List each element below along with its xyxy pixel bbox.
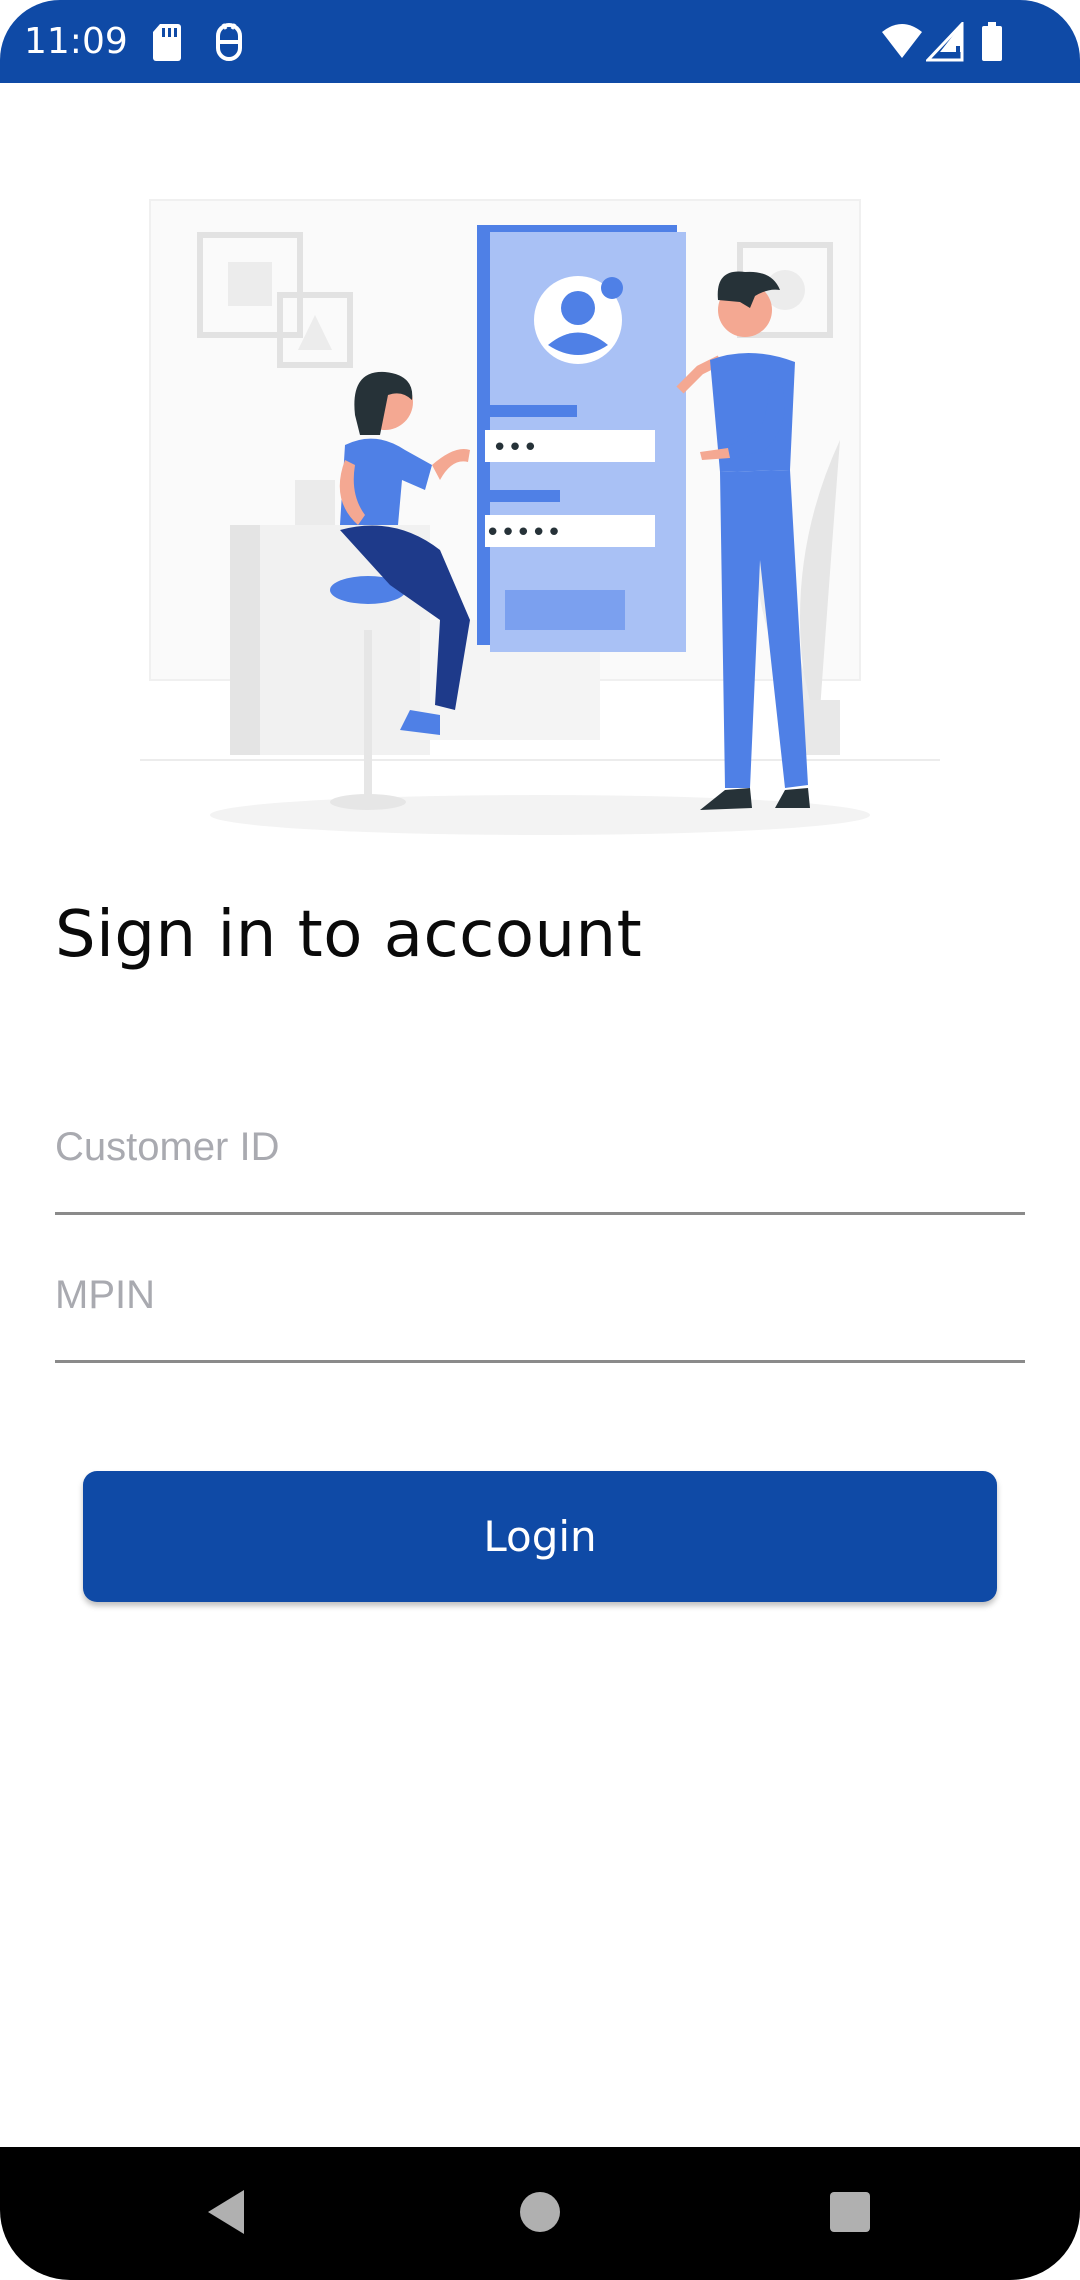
back-button[interactable] [186, 2177, 266, 2247]
status-time: 11:09 [24, 21, 128, 62]
sd-card-icon [153, 24, 181, 61]
login-button[interactable]: Login [83, 1471, 997, 1602]
recents-icon [830, 2192, 870, 2232]
battery-icon [982, 22, 1002, 61]
home-button[interactable] [500, 2177, 580, 2247]
customer-id-field[interactable] [55, 1092, 1025, 1215]
password-dots-long: ••••• [485, 518, 562, 548]
home-icon [520, 2192, 560, 2232]
navigation-bar [0, 2147, 1080, 2280]
password-dots-short: ••• [492, 433, 538, 463]
mpin-input[interactable] [55, 1273, 1025, 1318]
mpin-field[interactable] [55, 1240, 1025, 1363]
back-icon [208, 2190, 244, 2234]
debug-bot-icon [216, 23, 242, 61]
login-illustration-icon: ••• ••••• [140, 199, 940, 835]
recents-button[interactable] [810, 2177, 890, 2247]
wifi-icon [882, 24, 922, 58]
status-bar: 11:09 [0, 0, 1080, 83]
page-title: Sign in to account [55, 898, 643, 972]
signal-icon [926, 22, 964, 62]
customer-id-input[interactable] [55, 1125, 1025, 1170]
